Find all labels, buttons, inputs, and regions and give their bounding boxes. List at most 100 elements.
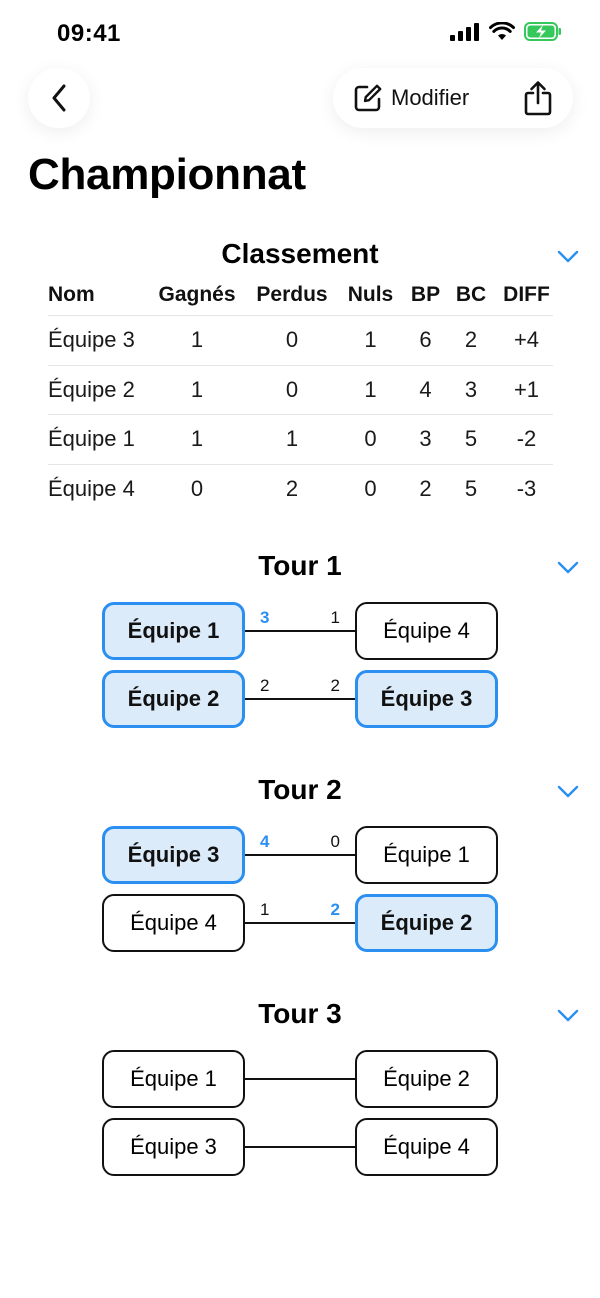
edit-button-label: Modifier <box>391 85 470 110</box>
team-name: Équipe 1 <box>48 426 135 452</box>
standings-title: Classement <box>221 238 379 269</box>
match-connector <box>245 1146 355 1148</box>
standings-collapse-button[interactable] <box>556 245 580 269</box>
won-value: 1 <box>190 327 204 353</box>
away-score: 0 <box>330 832 340 851</box>
battery-charging-icon <box>524 22 561 41</box>
table-row: Équipe 2 1 0 1 4 3 +1 <box>48 364 553 415</box>
match-row: Équipe 2 Équipe 3 2 2 <box>102 670 498 730</box>
draws-value: 0 <box>364 426 377 452</box>
cellular-signal-icon <box>450 22 479 41</box>
table-row: Équipe 1 1 1 0 3 5 -2 <box>48 414 553 464</box>
header-goals-for[interactable]: BP <box>409 283 442 307</box>
away-score: 1 <box>330 608 340 627</box>
home-score: 4 <box>260 832 270 851</box>
round-1-collapse-button[interactable] <box>556 556 580 580</box>
team-home[interactable]: Équipe 1 <box>102 1050 245 1108</box>
goals-against-value: 5 <box>464 475 478 501</box>
standings-header-row: Nom Gagnés Perdus Nuls BP BC DIFF <box>48 275 553 315</box>
table-row: Équipe 3 1 0 1 6 2 +4 <box>48 315 553 365</box>
square-pencil-icon <box>354 84 382 112</box>
chevron-down-icon <box>557 250 579 263</box>
team-away[interactable]: Équipe 1 <box>355 826 498 884</box>
goals-against-value: 3 <box>464 376 478 402</box>
share-icon <box>524 81 552 116</box>
diff-value: +1 <box>513 376 540 402</box>
team-home-draw[interactable]: Équipe 2 <box>102 670 245 728</box>
match-connector <box>245 630 355 632</box>
standings-table: Nom Gagnés Perdus Nuls BP BC DIFF Équipe… <box>48 275 553 513</box>
diff-value: +4 <box>513 327 540 353</box>
back-button[interactable] <box>28 68 90 128</box>
round-3-collapse-button[interactable] <box>556 1004 580 1028</box>
lost-value: 0 <box>285 376 299 402</box>
chevron-down-icon <box>557 1009 579 1022</box>
chevron-down-icon <box>557 561 579 574</box>
status-icons <box>450 22 562 41</box>
header-lost[interactable]: Perdus <box>252 283 332 307</box>
table-row: Équipe 4 0 2 0 2 5 -3 <box>48 463 553 514</box>
match-row: Équipe 1 Équipe 4 3 1 <box>102 602 498 662</box>
header-goals-against[interactable]: BC <box>442 283 500 307</box>
team-home-winner[interactable]: Équipe 3 <box>102 826 245 884</box>
team-away[interactable]: Équipe 2 <box>355 1050 498 1108</box>
team-away-draw[interactable]: Équipe 3 <box>355 670 498 728</box>
draws-value: 1 <box>364 327 377 353</box>
team-away[interactable]: Équipe 4 <box>355 602 498 660</box>
match-row: Équipe 3 Équipe 1 4 0 <box>102 826 498 886</box>
header-name[interactable]: Nom <box>48 283 142 307</box>
lost-value: 0 <box>285 327 299 353</box>
goals-for-value: 3 <box>419 426 432 452</box>
round-2-collapse-button[interactable] <box>556 780 580 804</box>
won-value: 0 <box>190 475 204 501</box>
edit-button[interactable]: Modifier <box>353 68 469 128</box>
round-1-title: Tour 1 <box>258 550 342 581</box>
diff-value: -2 <box>516 426 537 452</box>
goals-for-value: 6 <box>419 327 432 353</box>
team-home[interactable]: Équipe 4 <box>102 894 245 952</box>
match-connector <box>245 854 355 856</box>
match-row: Équipe 1 Équipe 2 <box>102 1050 498 1110</box>
goals-for-value: 4 <box>419 376 432 402</box>
round-2-title: Tour 2 <box>258 774 342 805</box>
wifi-icon <box>489 22 515 40</box>
match-connector <box>245 1078 355 1080</box>
goals-against-value: 2 <box>464 327 478 353</box>
draws-value: 0 <box>364 475 377 501</box>
header-draws[interactable]: Nuls <box>332 283 409 307</box>
match-row: Équipe 3 Équipe 4 <box>102 1118 498 1178</box>
team-home-winner[interactable]: Équipe 1 <box>102 602 245 660</box>
status-bar: 09:41 <box>0 0 600 64</box>
team-name: Équipe 4 <box>48 475 135 501</box>
toolbar-actions: Modifier <box>333 68 573 128</box>
lost-value: 1 <box>285 426 299 452</box>
home-score: 1 <box>260 900 270 919</box>
chevron-left-icon <box>52 84 66 112</box>
goals-for-value: 2 <box>419 475 432 501</box>
match-connector <box>245 922 355 924</box>
team-name: Équipe 2 <box>48 376 135 402</box>
away-score: 2 <box>330 676 340 695</box>
team-home[interactable]: Équipe 3 <box>102 1118 245 1176</box>
draws-value: 1 <box>364 376 377 402</box>
header-diff[interactable]: DIFF <box>500 283 553 307</box>
home-score: 2 <box>260 676 270 695</box>
team-name: Équipe 3 <box>48 327 135 353</box>
page-title: Championnat <box>28 150 306 199</box>
won-value: 1 <box>190 426 204 452</box>
match-connector <box>245 698 355 700</box>
team-away-winner[interactable]: Équipe 2 <box>355 894 498 952</box>
standings-body: Équipe 3 1 0 1 6 2 +4 Équipe 2 1 0 1 4 3… <box>48 315 553 513</box>
share-button[interactable] <box>521 80 555 116</box>
won-value: 1 <box>190 376 204 402</box>
goals-against-value: 5 <box>464 426 478 452</box>
lost-value: 2 <box>285 475 299 501</box>
round-3-title: Tour 3 <box>258 998 342 1029</box>
match-row: Équipe 4 Équipe 2 1 2 <box>102 894 498 954</box>
home-score: 3 <box>260 608 270 627</box>
away-score: 2 <box>330 900 340 919</box>
team-away[interactable]: Équipe 4 <box>355 1118 498 1176</box>
diff-value: -3 <box>516 475 537 501</box>
status-time: 09:41 <box>57 20 121 47</box>
header-won[interactable]: Gagnés <box>142 283 252 307</box>
